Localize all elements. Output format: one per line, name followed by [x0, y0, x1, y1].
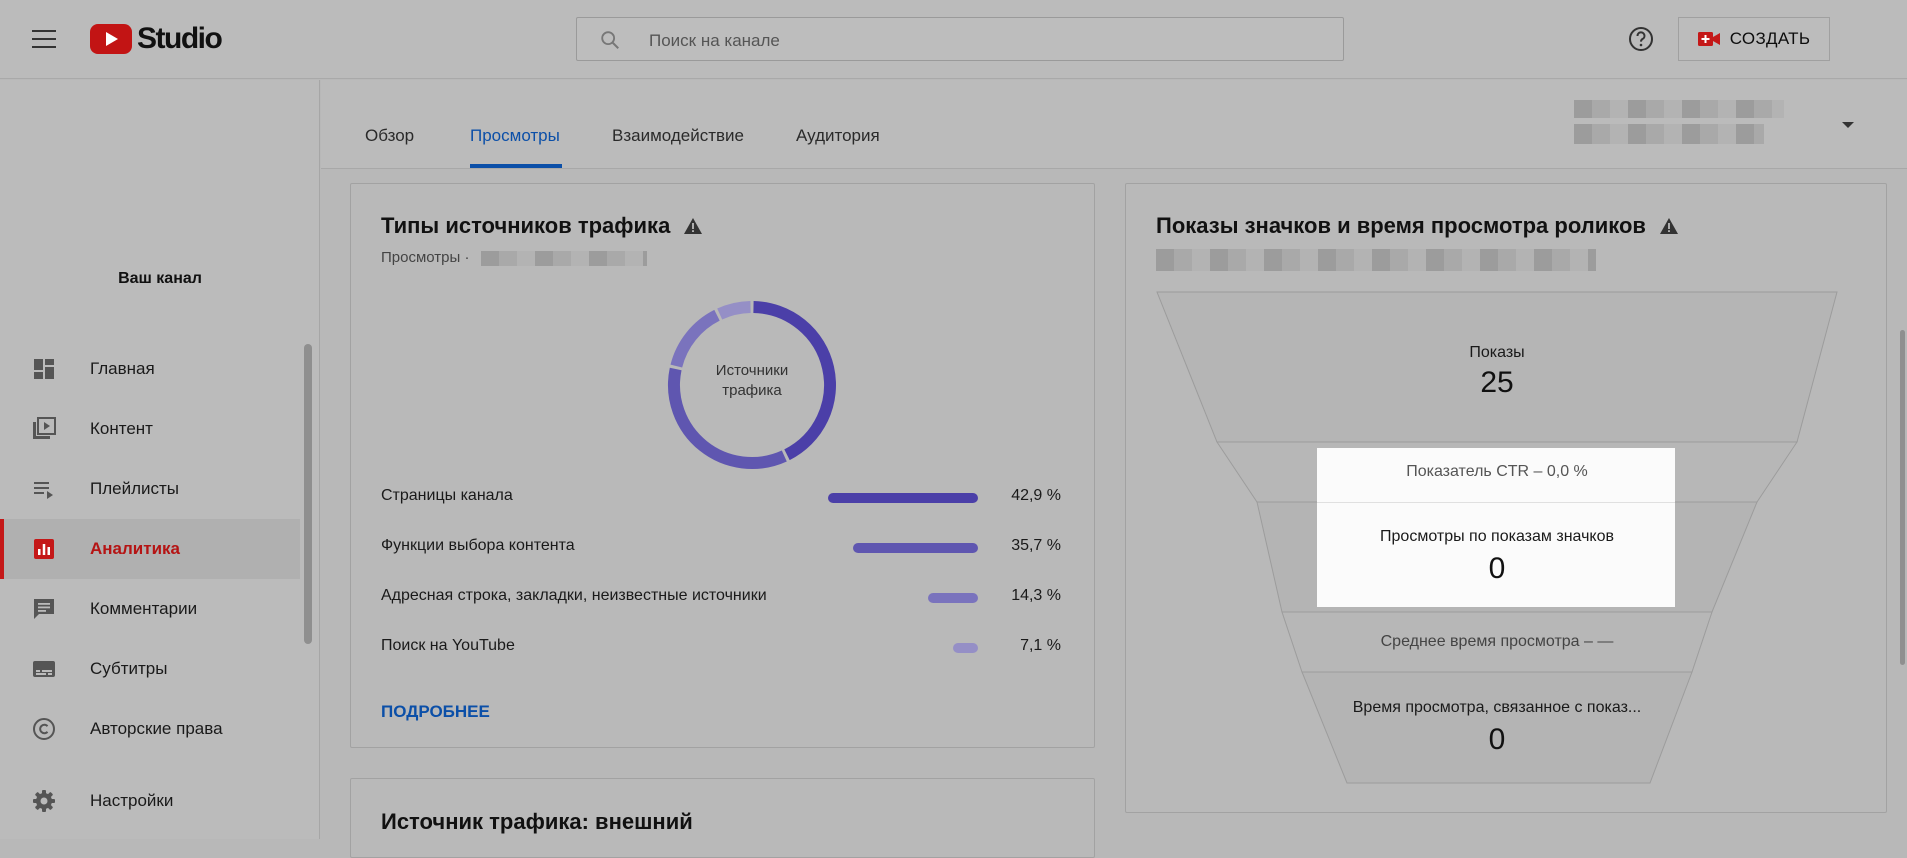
studio-logo[interactable]: Studio: [90, 22, 223, 55]
donut-segment[interactable]: [717, 301, 751, 320]
tab-underline: [470, 164, 562, 168]
source-percent: 14,3 %: [1011, 587, 1061, 604]
impressions-value: 25: [1480, 366, 1514, 399]
donut-segment[interactable]: [670, 309, 720, 368]
sidebar-item-label: Настройки: [90, 791, 174, 810]
source-name: Функции выбора контента: [381, 537, 575, 554]
traffic-source-row[interactable]: Функции выбора контента 35,7 %: [381, 537, 1061, 561]
watch-time-label: Время просмотра, связанное с показ...: [1352, 699, 1642, 716]
blurred-value: [1156, 249, 1596, 271]
video-library-icon: [33, 417, 56, 439]
tab-views[interactable]: Просмотры: [470, 126, 560, 146]
tab-engagement[interactable]: Взаимодействие: [612, 126, 744, 146]
channel-label[interactable]: Ваш канал: [0, 270, 320, 288]
logo-text: Studio: [137, 22, 223, 55]
subtitles-icon: [33, 661, 55, 677]
traffic-sources-card: Типы источников трафика Просмотры · Исто…: [350, 183, 1095, 748]
search-icon: [601, 31, 619, 49]
menu-icon[interactable]: [32, 30, 56, 48]
sidebar-item-content[interactable]: Контент: [0, 399, 300, 459]
analytics-icon: [34, 539, 54, 559]
card-subtitle: Просмотры ·: [381, 249, 470, 266]
traffic-source-row[interactable]: Поиск на YouTube 7,1 %: [381, 637, 1061, 661]
gear-icon: [33, 790, 55, 812]
sidebar-item-label: Авторские права: [90, 719, 223, 738]
source-bar: [853, 543, 978, 553]
source-percent: 42,9 %: [1011, 487, 1061, 504]
sidebar-item-label: Главная: [90, 359, 155, 378]
tab-overview[interactable]: Обзор: [365, 126, 414, 146]
sidebar-item-dashboard[interactable]: Главная: [0, 339, 300, 399]
sidebar-scrollbar[interactable]: [304, 344, 312, 644]
sidebar-item-label: Плейлисты: [90, 479, 180, 498]
sidebar-item-comments[interactable]: Комментарии: [0, 579, 300, 639]
card-title: Показы значков и время просмотра роликов: [1156, 213, 1646, 238]
source-bar: [928, 593, 978, 603]
traffic-source-row[interactable]: Адресная строка, закладки, неизвестные и…: [381, 587, 1061, 611]
comment-icon: [34, 599, 54, 619]
sidebar-item-playlists[interactable]: Плейлисты: [0, 459, 300, 519]
card-title: Источник трафика: внешний: [381, 809, 693, 834]
sidebar-item-label: Контент: [90, 419, 153, 438]
donut-center-label: Источники трафика: [715, 362, 789, 399]
divider: [1317, 502, 1675, 503]
sidebar-item-settings[interactable]: Настройки: [0, 771, 300, 831]
search-placeholder: Поиск на канале: [649, 31, 780, 50]
watch-time-value: 0: [1488, 723, 1506, 756]
page-scrollbar[interactable]: [1900, 330, 1905, 665]
views-from-impressions-label: Просмотры по показам значков: [1380, 528, 1614, 545]
tab-audience[interactable]: Аудитория: [796, 126, 880, 146]
source-percent: 7,1 %: [1020, 637, 1061, 654]
analytics-tabs: Обзор Просмотры Взаимодействие Аудитория: [321, 80, 1907, 169]
sidebar-item-label: Аналитика: [90, 539, 180, 558]
search-input[interactable]: Поиск на канале: [576, 17, 1344, 61]
sidebar-item-label: Комментарии: [90, 599, 198, 618]
copyright-icon: [33, 718, 55, 740]
top-bar: Studio Поиск на канале СОЗДАТЬ: [0, 0, 1907, 79]
avg-view-duration-label: Среднее время просмотра – —: [1380, 633, 1614, 650]
traffic-source-row[interactable]: Страницы канала 42,9 %: [381, 487, 1061, 511]
ctr-label: Показатель CTR – 0,0 %: [1406, 463, 1588, 480]
source-bar: [953, 643, 978, 653]
sidebar-item-copyright[interactable]: Авторские права: [0, 699, 300, 759]
more-details-link[interactable]: ПОДРОБНЕЕ: [381, 702, 490, 722]
sidebar-item-subtitles[interactable]: Субтитры: [0, 639, 300, 699]
source-percent: 35,7 %: [1011, 537, 1061, 554]
source-bar: [828, 493, 978, 503]
help-icon[interactable]: [1628, 26, 1654, 52]
warning-icon[interactable]: [1659, 218, 1678, 234]
playlist-icon: [34, 482, 53, 499]
sidebar-item-label: Субтитры: [90, 659, 168, 678]
chevron-down-icon[interactable]: [1842, 122, 1854, 128]
sidebar-item-analytics[interactable]: Аналитика: [0, 519, 300, 579]
external-source-card: Источник трафика: внешний: [350, 778, 1095, 858]
period-selector-blurred[interactable]: [1574, 124, 1764, 144]
period-selector-blurred[interactable]: [1574, 100, 1784, 118]
warning-icon[interactable]: [684, 218, 703, 234]
blurred-value: [481, 251, 647, 266]
card-title: Типы источников трафика: [381, 213, 671, 238]
sidebar: Ваш канал Главная Контент Плейлисты Анал…: [0, 80, 320, 839]
video-camera-icon: [1697, 32, 1720, 46]
source-name: Адресная строка, закладки, неизвестные и…: [381, 587, 767, 604]
create-label: СОЗДАТЬ: [1729, 29, 1811, 48]
impressions-label: Показы: [1469, 344, 1525, 361]
create-button[interactable]: СОЗДАТЬ: [1678, 17, 1830, 61]
source-name: Поиск на YouTube: [381, 637, 515, 654]
source-name: Страницы канала: [381, 487, 513, 504]
youtube-play-icon: [90, 24, 132, 54]
views-from-impressions-value: 0: [1488, 552, 1506, 585]
dashboard-icon: [34, 359, 54, 379]
